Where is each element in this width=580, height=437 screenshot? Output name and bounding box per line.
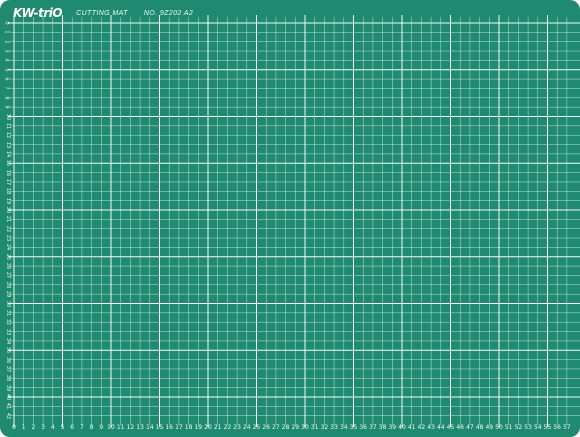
cutting-grid bbox=[8, 15, 580, 428]
mat-header: KW-triO CUTTING MAT NO. 9Z202 A2 bbox=[13, 6, 209, 20]
model-number: NO. 9Z202 A2 bbox=[143, 9, 194, 17]
product-name: CUTTING MAT bbox=[76, 9, 128, 17]
cutting-mat: KW-triO CUTTING MAT NO. 9Z202 A2 0123456… bbox=[0, 0, 580, 437]
brand-logo: KW-triO bbox=[13, 6, 63, 20]
